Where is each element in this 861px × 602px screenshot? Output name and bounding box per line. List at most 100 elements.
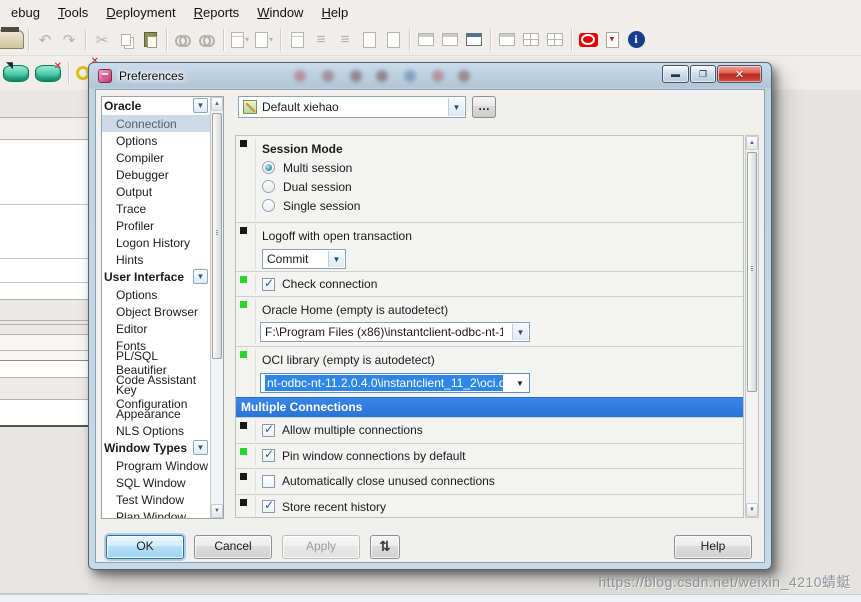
sidebar-item-hints[interactable]: Hints bbox=[102, 251, 210, 268]
menu-item-help[interactable]: Help bbox=[312, 2, 357, 23]
group-collapse-icon[interactable]: ▼ bbox=[193, 269, 208, 284]
page-prev-icon[interactable] bbox=[381, 28, 405, 52]
settings-scrollbar[interactable]: ▲ ▼ bbox=[745, 135, 759, 518]
toolbar-separator bbox=[280, 29, 281, 51]
commit-icon[interactable]: ◥ bbox=[0, 61, 32, 85]
sidebar-item-pl-sql-beautifier[interactable]: PL/SQL Beautifier bbox=[102, 354, 210, 371]
pdf-icon[interactable] bbox=[600, 28, 624, 52]
sidebar-item-connection[interactable]: Connection bbox=[102, 115, 210, 132]
dialog-titlebar[interactable]: Preferences ▬ ❐ ✕ bbox=[89, 63, 771, 89]
preference-set-combobox[interactable]: Default xiehao ▼ bbox=[238, 96, 466, 118]
open-dropdown-icon[interactable]: ▾ bbox=[228, 28, 252, 52]
sidebar-item-program-window[interactable]: Program Window bbox=[102, 457, 210, 474]
help-button[interactable]: Help bbox=[674, 535, 752, 559]
sidebar-item-test-window[interactable]: Test Window bbox=[102, 491, 210, 508]
new-report-window-icon[interactable] bbox=[462, 28, 486, 52]
toolbar-separator bbox=[409, 29, 410, 51]
menu-item-deployment[interactable]: Deployment bbox=[97, 2, 184, 23]
allow-multiple-connections-checkbox[interactable] bbox=[262, 424, 275, 437]
sidebar-item-plan-window[interactable]: Plan Window bbox=[102, 508, 210, 518]
rollback-icon[interactable]: ✕ bbox=[32, 61, 64, 85]
chevron-down-icon[interactable]: ▼ bbox=[328, 251, 344, 267]
minimize-button[interactable]: ▬ bbox=[662, 65, 689, 83]
scroll-up-icon[interactable]: ▲ bbox=[211, 97, 223, 111]
undo-icon[interactable]: ↶ bbox=[33, 28, 57, 52]
scroll-down-icon[interactable]: ▼ bbox=[211, 504, 223, 518]
checkbox-label: Allow multiple connections bbox=[282, 423, 423, 437]
scroll-up-icon[interactable]: ▲ bbox=[746, 136, 758, 150]
scrollbar-thumb[interactable] bbox=[212, 113, 222, 359]
browse-preference-sets-button[interactable]: … bbox=[472, 96, 496, 118]
sidebar-item-logon-history[interactable]: Logon History bbox=[102, 234, 210, 251]
sidebar-item-compiler[interactable]: Compiler bbox=[102, 149, 210, 166]
sidebar-item-output[interactable]: Output bbox=[102, 183, 210, 200]
page-next-icon[interactable] bbox=[357, 28, 381, 52]
menu-item-window[interactable]: Window bbox=[248, 2, 312, 23]
sidebar-item-profiler[interactable]: Profiler bbox=[102, 217, 210, 234]
chevron-down-icon[interactable]: ▼ bbox=[512, 375, 528, 391]
find-icon[interactable] bbox=[171, 28, 195, 52]
tile-vertical-icon[interactable] bbox=[543, 28, 567, 52]
sidebar-item-key-configuration[interactable]: Key Configuration bbox=[102, 388, 210, 405]
paste-icon[interactable] bbox=[138, 28, 162, 52]
sidebar-item-sql-window[interactable]: SQL Window bbox=[102, 474, 210, 491]
menu-item-ebug[interactable]: ebug bbox=[2, 2, 49, 23]
new-sql-window-icon[interactable] bbox=[438, 28, 462, 52]
indent-icon[interactable]: ≡ bbox=[309, 28, 333, 52]
chevron-down-icon[interactable]: ▼ bbox=[512, 324, 528, 340]
group-collapse-icon[interactable]: ▼ bbox=[193, 440, 208, 455]
cascade-windows-icon[interactable] bbox=[495, 28, 519, 52]
sidebar-item-object-browser[interactable]: Object Browser bbox=[102, 303, 210, 320]
automatically-close-unused-connections-checkbox[interactable] bbox=[262, 475, 275, 488]
oracle-home-combobox[interactable]: F:\Program Files (x86)\instantclient-odb… bbox=[260, 322, 530, 342]
glass-ghost-dot bbox=[432, 70, 444, 82]
sidebar-item-editor[interactable]: Editor bbox=[102, 320, 210, 337]
maximize-button[interactable]: ❐ bbox=[690, 65, 716, 83]
copy-preferences-button[interactable]: ⇅ bbox=[370, 535, 400, 559]
ok-button[interactable]: OK bbox=[106, 535, 184, 559]
close-button[interactable]: ✕ bbox=[717, 65, 762, 83]
sidebar-item-debugger[interactable]: Debugger bbox=[102, 166, 210, 183]
scroll-down-icon[interactable]: ▼ bbox=[746, 503, 758, 517]
sidebar-item-options[interactable]: Options bbox=[102, 286, 210, 303]
find-next-icon[interactable] bbox=[195, 28, 219, 52]
sidebar-item-options[interactable]: Options bbox=[102, 132, 210, 149]
menu-item-tools[interactable]: Tools bbox=[49, 2, 97, 23]
oracle-icon[interactable] bbox=[576, 28, 600, 52]
dual-session-radio[interactable] bbox=[262, 180, 275, 193]
category-scrollbar[interactable]: ▲ ▼ bbox=[210, 97, 223, 518]
chevron-down-icon[interactable]: ▼ bbox=[448, 98, 464, 116]
menu-item-reports[interactable]: Reports bbox=[185, 2, 249, 23]
glass-ghost-dot bbox=[350, 70, 362, 82]
info-icon[interactable]: i bbox=[624, 28, 648, 52]
pin-window-connections-by-default-checkbox[interactable] bbox=[262, 449, 275, 462]
group-collapse-icon[interactable]: ▼ bbox=[193, 98, 208, 113]
sidebar-item-trace[interactable]: Trace bbox=[102, 200, 210, 217]
copy-icon[interactable] bbox=[114, 28, 138, 52]
redo-icon[interactable]: ↷ bbox=[57, 28, 81, 52]
sidebar-item-nls-options[interactable]: NLS Options bbox=[102, 422, 210, 439]
check-connection-checkbox[interactable] bbox=[262, 278, 275, 291]
dialog-title: Preferences bbox=[119, 69, 184, 83]
outdent-icon[interactable]: ≡ bbox=[333, 28, 357, 52]
oci-library-combobox[interactable]: nt-odbc-nt-11.2.0.4.0\instantclient_11_2… bbox=[260, 373, 530, 393]
group-label: Window Types bbox=[104, 441, 187, 455]
logoff-combobox[interactable]: Commit ▼ bbox=[262, 249, 346, 269]
multi-session-radio[interactable] bbox=[262, 161, 275, 174]
dialog-body: Default xiehao ▼ … Oracle▼ConnectionOpti… bbox=[95, 89, 765, 563]
toolbar-main: ↶ ↷ ✂ ▾ ▾ ≡ ≡ i bbox=[0, 24, 861, 56]
single-session-radio[interactable] bbox=[262, 199, 275, 212]
print-icon[interactable] bbox=[0, 28, 24, 52]
scrollbar-thumb[interactable] bbox=[747, 152, 757, 392]
logoff-value: Commit bbox=[267, 252, 308, 266]
cut-icon[interactable]: ✂ bbox=[90, 28, 114, 52]
apply-button[interactable]: Apply bbox=[282, 535, 360, 559]
cancel-button[interactable]: Cancel bbox=[194, 535, 272, 559]
radio-label: Dual session bbox=[283, 180, 352, 194]
new-program-window-icon[interactable] bbox=[414, 28, 438, 52]
tile-horizontal-icon[interactable] bbox=[519, 28, 543, 52]
store-recent-history-checkbox[interactable] bbox=[262, 500, 275, 513]
describe-icon[interactable] bbox=[285, 28, 309, 52]
category-list: Oracle▼ConnectionOptionsCompilerDebugger… bbox=[101, 96, 224, 519]
save-dropdown-icon[interactable]: ▾ bbox=[252, 28, 276, 52]
